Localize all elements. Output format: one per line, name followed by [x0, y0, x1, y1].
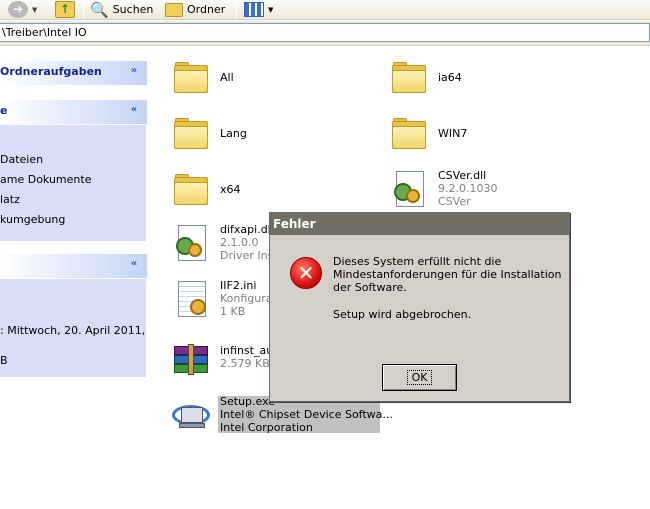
rar-archive-icon — [172, 340, 212, 380]
file-name: All — [220, 71, 234, 84]
folder-tasks-header[interactable]: Ordneraufgaben » — [0, 61, 147, 85]
other-places-title: e — [0, 104, 8, 117]
other-place-link[interactable]: Dateien — [0, 153, 43, 166]
file-description: Intel® Chipset Device Softwa... — [220, 408, 393, 421]
chevron-down-icon: ▼ — [32, 5, 38, 14]
chevron-expand-icon[interactable]: » — [127, 64, 141, 78]
file-item[interactable]: IIF2.ini Konfigura 1 KB — [172, 279, 273, 319]
folder-icon — [165, 2, 183, 17]
details-header[interactable]: « — [0, 254, 147, 278]
file-name: WIN7 — [438, 127, 468, 140]
chevron-collapse-icon[interactable]: « — [127, 103, 141, 117]
up-folder-icon: ↑ — [55, 1, 75, 18]
folder-tasks-title: Ordneraufgaben — [0, 65, 102, 78]
views-icon — [244, 2, 264, 17]
file-item[interactable]: x64 — [172, 171, 241, 211]
folder-icon — [172, 59, 212, 99]
views-button[interactable]: ▼ — [244, 0, 273, 19]
toolbar-separator — [83, 1, 84, 18]
dll-file-icon — [390, 169, 430, 209]
folder-icon — [390, 59, 430, 99]
forward-arrow-icon: ➔ — [8, 1, 28, 18]
folders-button[interactable]: Ordner — [165, 0, 225, 19]
file-item[interactable]: Lang — [172, 115, 247, 155]
details-date: : Mittwoch, 20. April 2011, — [0, 324, 146, 337]
file-item[interactable]: infinst_au 2.579 KB — [172, 340, 273, 380]
setup-exe-icon — [172, 395, 212, 435]
ini-file-icon — [172, 279, 212, 319]
file-type: Konfigura — [220, 292, 273, 305]
file-name: difxapi.dll — [220, 223, 274, 236]
other-places-body: Dateien ame Dokumente latz kumgebung — [0, 124, 147, 242]
file-item[interactable]: ia64 — [390, 59, 462, 99]
address-bar: \Treiber\Intel IO — [0, 21, 650, 46]
task-pane: Ordneraufgaben » e « Dateien ame Dokumen… — [0, 47, 160, 509]
file-item[interactable]: All — [172, 59, 234, 99]
file-name: CSVer.dll — [438, 169, 487, 182]
other-place-link[interactable]: ame Dokumente — [0, 173, 91, 186]
search-icon: 🔍 — [90, 0, 109, 19]
error-dialog: Fehler ✕ Dieses System erfüllt nicht die… — [269, 212, 570, 402]
address-input[interactable]: \Treiber\Intel IO — [0, 23, 650, 42]
details-body: : Mittwoch, 20. April 2011, B — [0, 278, 147, 378]
dialog-title[interactable]: Fehler — [270, 213, 569, 235]
search-label: Suchen — [112, 3, 154, 16]
folder-icon — [172, 171, 212, 211]
chevron-down-icon: ▼ — [268, 5, 274, 14]
file-name: IIF2.ini — [220, 279, 257, 292]
file-size: 1 KB — [220, 305, 246, 318]
toolbar-separator — [236, 1, 237, 18]
dialog-message-secondary: Setup wird abgebrochen. — [333, 308, 472, 321]
search-button[interactable]: 🔍 Suchen — [90, 0, 153, 19]
ok-label: OK — [406, 370, 433, 385]
file-description: CSVer — [438, 195, 471, 208]
file-item[interactable]: difxapi.dll 2.1.0.0 Driver Ins — [172, 223, 274, 263]
dll-file-icon — [172, 223, 212, 263]
file-description: Driver Ins — [220, 249, 274, 262]
up-folder-button[interactable]: ↑ — [55, 0, 75, 19]
toolbar: ➔ ▼ ↑ 🔍 Suchen Ordner ▼ — [0, 0, 650, 20]
other-place-link[interactable]: kumgebung — [0, 213, 65, 226]
forward-button[interactable]: ➔ ▼ — [8, 0, 37, 19]
details-size: B — [0, 354, 8, 367]
file-name: infinst_au — [220, 344, 274, 357]
file-item[interactable]: CSVer.dll 9.2.0.1030 CSVer — [390, 169, 497, 209]
file-item[interactable]: WIN7 — [390, 115, 467, 155]
other-place-link[interactable]: latz — [0, 193, 20, 206]
folders-label: Ordner — [187, 3, 226, 16]
dialog-message: Dieses System erfüllt nicht die Mindesta… — [333, 255, 562, 294]
file-version: 9.2.0.1030 — [438, 182, 498, 195]
file-version: 2.1.0.0 — [220, 236, 259, 249]
folder-icon — [172, 115, 212, 155]
file-company: Intel Corporation — [220, 421, 313, 434]
file-size: 2.579 KB — [220, 357, 270, 370]
file-name: x64 — [220, 183, 241, 196]
ok-button[interactable]: OK — [382, 364, 457, 391]
file-name: ia64 — [438, 71, 462, 84]
chevron-collapse-icon[interactable]: « — [127, 257, 141, 271]
other-places-header[interactable]: e « — [0, 100, 147, 124]
file-name: Lang — [220, 127, 247, 140]
folder-icon — [390, 115, 430, 155]
error-icon: ✕ — [290, 257, 322, 289]
